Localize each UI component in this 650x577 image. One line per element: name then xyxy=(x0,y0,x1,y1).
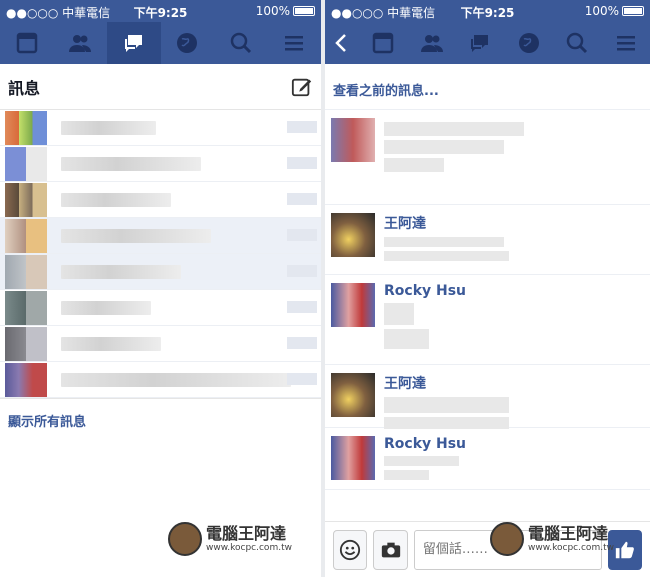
back-icon xyxy=(335,34,346,52)
messages-list-screen: ●●○○○ 中華電信 下午9:25 100% 訊息 顯示所有訊息 電腦王阿達 ww… xyxy=(0,0,321,577)
tab-friends[interactable] xyxy=(407,22,456,64)
battery-status: 100% xyxy=(256,4,315,18)
watermark: 電腦王阿達 www.kocpc.com.tw xyxy=(168,522,292,556)
like-icon xyxy=(615,541,634,558)
emoji-icon xyxy=(340,539,361,560)
friends-icon xyxy=(420,35,443,52)
search-icon xyxy=(230,32,251,54)
battery-icon xyxy=(622,6,644,16)
tab-notifications[interactable] xyxy=(161,22,215,64)
conversation-row[interactable] xyxy=(0,254,321,290)
tab-search[interactable] xyxy=(553,22,602,64)
sender-name: 王阿達 xyxy=(384,376,426,392)
battery-status: 100% xyxy=(585,4,644,18)
avatar xyxy=(5,362,47,397)
conversation-row[interactable] xyxy=(0,326,321,362)
sender-name: Rocky Hsu xyxy=(384,436,467,452)
watermark: 電腦王阿達 www.kocpc.com.tw xyxy=(490,522,614,556)
avatar xyxy=(5,290,47,325)
conversation-row[interactable] xyxy=(0,362,321,398)
watermark-brand: 電腦王阿達 xyxy=(206,524,287,543)
see-previous-messages-link[interactable]: 查看之前的訊息... xyxy=(325,64,650,110)
avatar xyxy=(331,118,375,162)
search-icon xyxy=(566,32,588,54)
avatar xyxy=(331,213,375,257)
tab-messages[interactable] xyxy=(107,22,161,64)
avatar xyxy=(5,182,47,217)
tab-news-feed[interactable] xyxy=(0,22,54,64)
menu-icon xyxy=(616,36,635,51)
battery-icon xyxy=(293,6,315,16)
conversation-row[interactable] xyxy=(0,110,321,146)
message-item: 王阿達 xyxy=(325,365,650,429)
globe-icon xyxy=(177,33,198,53)
tab-friends[interactable] xyxy=(54,22,108,64)
avatar xyxy=(5,326,47,361)
avatar xyxy=(331,436,375,480)
compose-icon[interactable] xyxy=(291,76,313,98)
messages-icon xyxy=(471,35,489,52)
globe-icon xyxy=(518,33,539,53)
avatar xyxy=(331,373,375,417)
message-item: 王阿達 xyxy=(325,205,650,275)
news-feed-icon xyxy=(16,32,37,54)
watermark-url: www.kocpc.com.tw xyxy=(206,543,292,553)
page-title: 訊息 xyxy=(8,78,41,98)
show-all-messages-link[interactable]: 顯示所有訊息 xyxy=(0,398,321,442)
avatar xyxy=(5,110,47,145)
status-bar: ●●○○○ 中華電信 下午9:25 100% xyxy=(0,0,321,22)
avatar xyxy=(5,146,47,181)
tab-messages[interactable] xyxy=(456,22,505,64)
tab-news-feed[interactable] xyxy=(359,22,408,64)
emoji-button[interactable] xyxy=(333,529,368,570)
conversation-row[interactable] xyxy=(0,146,321,182)
conversation-screen: ●●○○○ 中華電信 下午9:25 100% 查看之前的訊息... 王阿達 Ro… xyxy=(325,0,650,577)
message-item: Rocky Hsu xyxy=(325,275,650,365)
messages-header: 訊息 xyxy=(0,64,321,110)
battery-percent: 100% xyxy=(584,4,619,18)
news-feed-icon xyxy=(372,32,394,54)
back-button[interactable] xyxy=(325,22,359,64)
camera-icon xyxy=(381,542,400,557)
conversation-row[interactable] xyxy=(0,218,321,254)
top-nav xyxy=(0,22,321,64)
avatar xyxy=(5,254,47,289)
conversation-list xyxy=(0,110,321,398)
tab-search[interactable] xyxy=(214,22,268,64)
message-item xyxy=(325,110,650,205)
watermark-brand: 電腦王阿達 xyxy=(528,524,609,543)
tab-menu[interactable] xyxy=(601,22,650,64)
battery-percent: 100% xyxy=(255,4,290,18)
tab-notifications[interactable] xyxy=(504,22,553,64)
conversation-row[interactable] xyxy=(0,182,321,218)
top-nav xyxy=(325,22,650,64)
watermark-mascot xyxy=(168,522,202,556)
message-item: Rocky Hsu xyxy=(325,428,650,490)
friends-icon xyxy=(69,35,92,52)
avatar xyxy=(5,218,47,253)
conversation-row[interactable] xyxy=(0,290,321,326)
avatar xyxy=(331,283,375,327)
status-bar: ●●○○○ 中華電信 下午9:25 100% xyxy=(325,0,650,22)
tab-menu[interactable] xyxy=(268,22,322,64)
menu-icon xyxy=(285,36,304,51)
sender-name: Rocky Hsu xyxy=(384,283,467,299)
watermark-mascot xyxy=(490,522,524,556)
watermark-url: www.kocpc.com.tw xyxy=(528,543,614,553)
sender-name: 王阿達 xyxy=(384,216,426,232)
messages-icon xyxy=(124,35,142,52)
camera-button[interactable] xyxy=(373,529,408,570)
